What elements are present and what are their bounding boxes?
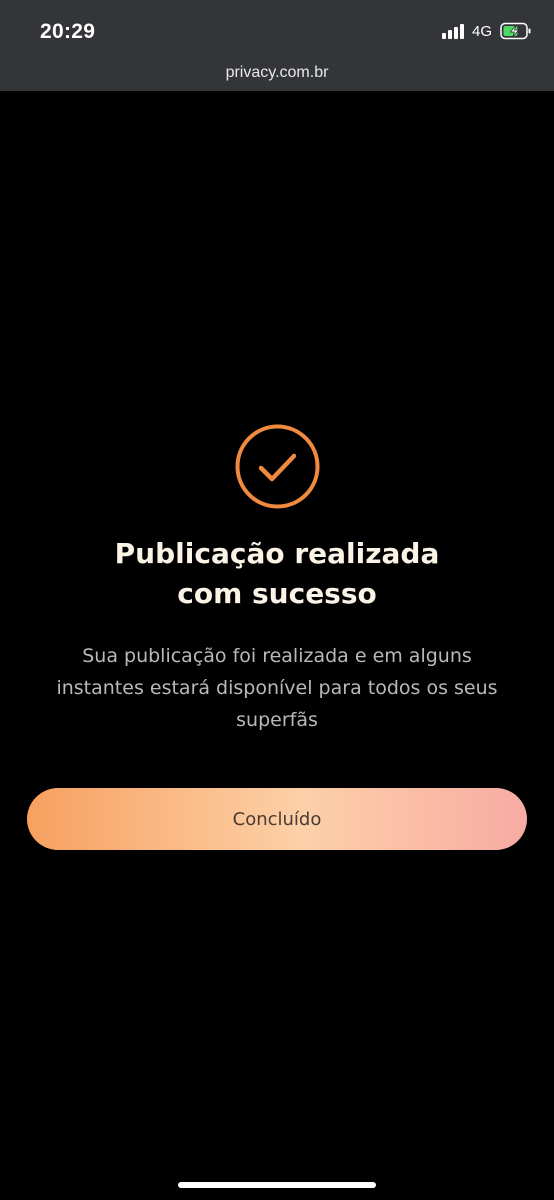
browser-top-bar: 20:29 4G privacy.com.br — [0, 0, 554, 91]
signal-icon — [441, 23, 464, 39]
network-label: 4G — [471, 22, 492, 40]
url-bar[interactable]: privacy.com.br — [0, 64, 554, 82]
success-title-line1: Publicação realizada — [114, 537, 440, 570]
battery-charging-icon — [500, 22, 531, 40]
status-indicators: 4G — [441, 22, 532, 40]
success-message: Sua publicação foi realizada e em alguns… — [56, 645, 498, 731]
success-title: Publicação realizada com sucesso — [40, 534, 514, 614]
status-time: 20:29 — [40, 20, 96, 43]
success-title-line2: com sucesso — [177, 577, 377, 610]
check-circle-icon — [235, 424, 320, 509]
home-indicator[interactable] — [178, 1182, 376, 1188]
done-button[interactable]: Concluído — [27, 788, 527, 850]
